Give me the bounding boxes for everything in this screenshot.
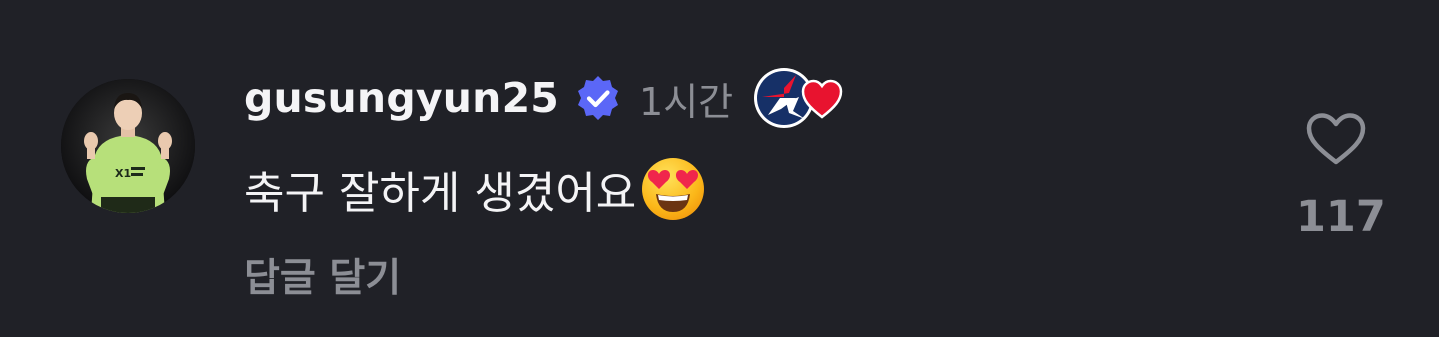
comment-item: X1 gusungyun25 1시간 축구 잘하게 생겼어요 답글 달기 117	[0, 0, 1439, 337]
username-link[interactable]: gusungyun25	[244, 74, 559, 122]
heart-outline-icon	[1306, 113, 1366, 165]
comment-header: gusungyun25 1시간	[244, 68, 855, 128]
verified-badge-icon	[575, 75, 621, 121]
comment-text: 축구 잘하게 생겼어요	[244, 168, 637, 219]
reply-button[interactable]: 답글 달기	[244, 247, 401, 303]
team-logo-heart-badge[interactable]	[753, 67, 855, 129]
svg-text:X1: X1	[115, 167, 131, 180]
comment-timestamp: 1시간	[639, 79, 734, 124]
like-count: 117	[1296, 192, 1386, 242]
user-avatar[interactable]: X1	[61, 79, 195, 213]
comment-body: 축구 잘하게 생겼어요	[244, 157, 706, 221]
avatar-photo: X1	[61, 79, 195, 213]
like-section: 117	[1296, 104, 1386, 242]
heart-eyes-emoji-icon	[640, 156, 706, 222]
red-heart-icon	[801, 79, 843, 119]
like-button[interactable]	[1296, 104, 1376, 174]
